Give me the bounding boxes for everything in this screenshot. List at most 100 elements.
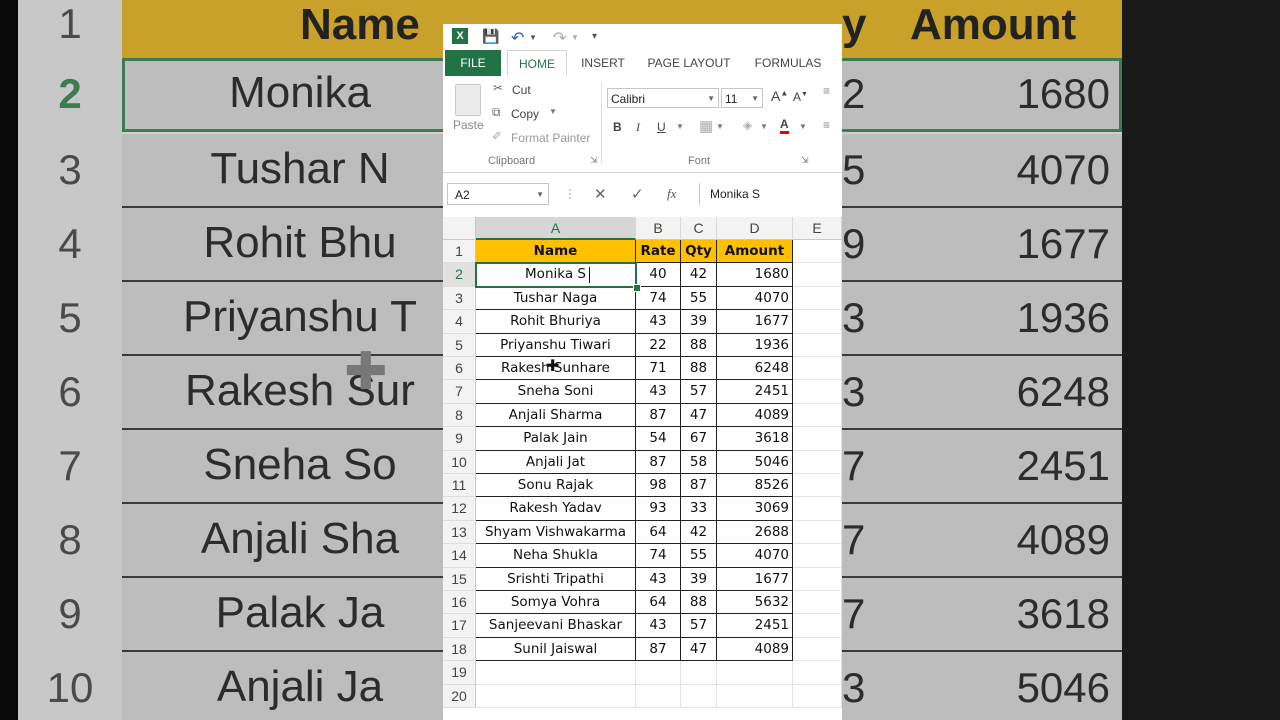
row-header[interactable]: 13 — [443, 520, 476, 545]
name-cell[interactable]: Monika S — [476, 263, 636, 287]
name-cell[interactable]: Somya Vohra — [476, 591, 636, 615]
row-header[interactable]: 3 — [443, 286, 476, 311]
name-cell[interactable]: Srishti Tripathi — [476, 567, 636, 591]
empty-cell[interactable] — [793, 380, 842, 404]
empty-cell[interactable] — [793, 450, 842, 474]
cut-button[interactable]: Cut — [512, 83, 531, 97]
align-left-icon[interactable]: ≡ — [823, 118, 830, 132]
rate-cell[interactable]: 71 — [636, 357, 681, 381]
borders-icon[interactable]: ▦ — [699, 117, 713, 135]
empty-cell[interactable] — [476, 684, 636, 708]
empty-cell[interactable] — [793, 544, 842, 568]
undo-dropdown-icon[interactable]: ▼ — [529, 33, 537, 42]
font-color-icon[interactable]: A — [780, 118, 789, 134]
row-header[interactable]: 15 — [443, 567, 476, 591]
empty-cell[interactable] — [793, 427, 842, 451]
name-cell[interactable]: Anjali Sharma — [476, 403, 636, 428]
increase-font-icon[interactable]: A▲ — [771, 88, 788, 104]
row-header[interactable]: 11 — [443, 474, 476, 498]
amount-cell[interactable]: 3618 — [717, 427, 793, 451]
tab-page-layout[interactable]: PAGE LAYOUT — [639, 50, 739, 76]
row-header[interactable]: 20 — [443, 684, 476, 708]
row-header[interactable]: 8 — [443, 403, 476, 428]
save-icon[interactable]: 💾 — [482, 28, 499, 45]
qty-cell[interactable]: 47 — [681, 403, 717, 428]
fill-color-icon[interactable]: ◈ — [743, 118, 752, 132]
undo-icon[interactable]: ↶ — [511, 28, 524, 48]
underline-button[interactable]: U — [657, 120, 666, 134]
formula-input[interactable]: Monika S — [699, 183, 842, 205]
fill-color-dropdown-icon[interactable]: ▼ — [760, 122, 768, 131]
qty-cell[interactable]: 39 — [681, 567, 717, 591]
amount-cell[interactable]: 1677 — [717, 310, 793, 334]
amount-cell[interactable]: 4070 — [717, 286, 793, 311]
redo-icon[interactable]: ↷ — [553, 28, 566, 48]
row-header[interactable]: 5 — [443, 333, 476, 357]
font-launcher-icon[interactable]: ⇲ — [801, 155, 809, 166]
rate-cell[interactable]: 22 — [636, 333, 681, 357]
fill-handle[interactable] — [633, 283, 641, 292]
name-cell[interactable]: Shyam Vishwakarma — [476, 520, 636, 545]
clipboard-launcher-icon[interactable]: ⇲ — [590, 155, 598, 166]
font-size-select[interactable]: 11 ▼ — [721, 88, 763, 108]
qty-cell[interactable]: 67 — [681, 427, 717, 451]
paste-button[interactable]: Paste — [451, 82, 485, 142]
rate-cell[interactable]: 54 — [636, 427, 681, 451]
amount-cell[interactable]: 4089 — [717, 403, 793, 428]
qty-cell[interactable]: 55 — [681, 286, 717, 311]
header-cell-name[interactable]: Name — [476, 240, 636, 264]
name-cell[interactable]: Rohit Bhuriya — [476, 310, 636, 334]
name-cell[interactable]: Anjali Jat — [476, 450, 636, 474]
empty-cell[interactable] — [793, 661, 842, 685]
format-painter-button[interactable]: Format Painter — [511, 131, 590, 145]
name-cell[interactable]: Sunil Jaiswal — [476, 637, 636, 662]
qty-cell[interactable]: 42 — [681, 263, 717, 287]
name-cell[interactable]: Sneha Soni — [476, 380, 636, 404]
rate-cell[interactable]: 43 — [636, 614, 681, 638]
rate-cell[interactable]: 74 — [636, 544, 681, 568]
borders-dropdown-icon[interactable]: ▼ — [716, 122, 724, 131]
empty-cell[interactable] — [717, 661, 793, 685]
row-header[interactable]: 4 — [443, 310, 476, 334]
decrease-font-icon[interactable]: A▼ — [793, 90, 808, 104]
amount-cell[interactable]: 2451 — [717, 380, 793, 404]
align-icon[interactable]: ≡ — [823, 84, 830, 98]
customize-qat-icon[interactable]: ▾ — [592, 31, 597, 42]
header-cell-amount[interactable]: Amount — [717, 240, 793, 264]
empty-cell[interactable] — [793, 310, 842, 334]
column-header-b[interactable]: B — [636, 217, 681, 240]
name-cell[interactable]: Sonu Rajak — [476, 474, 636, 498]
row-header[interactable]: 1 — [443, 240, 476, 264]
tab-file[interactable]: FILE — [445, 50, 501, 76]
amount-cell[interactable]: 1677 — [717, 567, 793, 591]
amount-cell[interactable]: 8526 — [717, 474, 793, 498]
empty-cell[interactable] — [793, 286, 842, 311]
font-color-dropdown-icon[interactable]: ▼ — [799, 122, 807, 131]
row-header[interactable]: 19 — [443, 661, 476, 685]
insert-function-icon[interactable]: fx — [667, 186, 676, 202]
empty-cell[interactable] — [717, 684, 793, 708]
row-header[interactable]: 12 — [443, 497, 476, 521]
empty-cell[interactable] — [793, 684, 842, 708]
rate-cell[interactable]: 40 — [636, 263, 681, 287]
name-cell[interactable]: Priyanshu Tiwari — [476, 333, 636, 357]
amount-cell[interactable]: 1936 — [717, 333, 793, 357]
rate-cell[interactable]: 87 — [636, 637, 681, 662]
empty-cell[interactable] — [793, 403, 842, 428]
rate-cell[interactable]: 93 — [636, 497, 681, 521]
empty-cell[interactable] — [476, 661, 636, 685]
rate-cell[interactable]: 74 — [636, 286, 681, 311]
empty-cell[interactable] — [793, 567, 842, 591]
name-cell[interactable]: Sanjeevani Bhaskar — [476, 614, 636, 638]
empty-cell[interactable] — [793, 240, 842, 264]
copy-dropdown-icon[interactable]: ▼ — [549, 107, 557, 116]
amount-cell[interactable]: 2688 — [717, 520, 793, 545]
qty-cell[interactable]: 58 — [681, 450, 717, 474]
row-header[interactable]: 7 — [443, 380, 476, 404]
copy-button[interactable]: Copy — [511, 107, 539, 121]
amount-cell[interactable]: 5632 — [717, 591, 793, 615]
rate-cell[interactable]: 43 — [636, 310, 681, 334]
name-cell[interactable]: Neha Shukla — [476, 544, 636, 568]
qty-cell[interactable]: 88 — [681, 333, 717, 357]
qty-cell[interactable]: 88 — [681, 357, 717, 381]
